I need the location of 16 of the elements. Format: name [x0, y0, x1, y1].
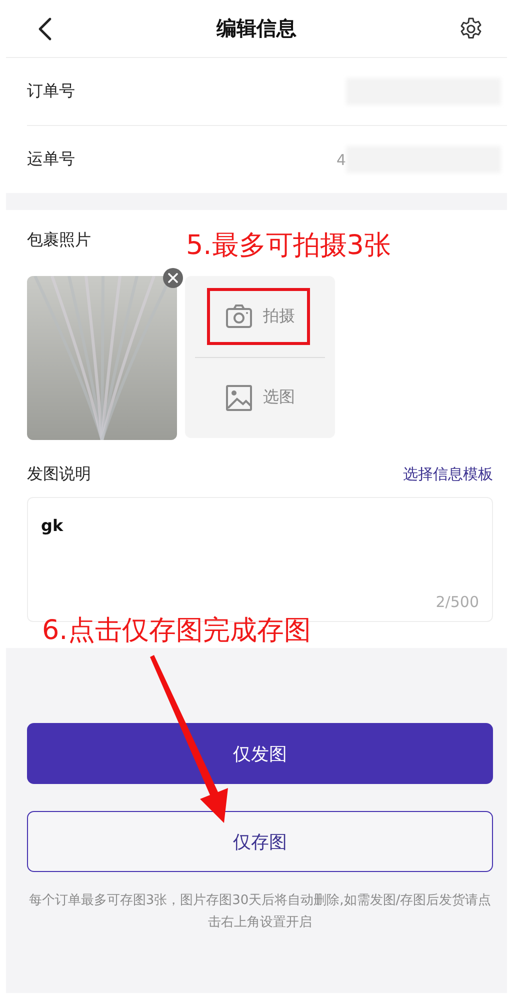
settings-icon[interactable] [459, 16, 483, 40]
hint-text: 每个订单最多可存图3张，图片存图30天后将自动删除,如需发图/存图后发货请点击右上角设置开启 [28, 892, 492, 932]
section-label: 包裹照片 [27, 230, 91, 249]
character-counter: 2/500 [436, 593, 479, 611]
camera-icon [225, 303, 253, 330]
template-link[interactable]: 选择信息模板 [403, 465, 493, 484]
send-button[interactable]: 仅发图 [27, 723, 493, 784]
field-label: 订单号 [27, 81, 75, 102]
page-title: 编辑信息 [216, 15, 296, 42]
field-label: 运单号 [27, 149, 75, 170]
section-label: 发图说明 [27, 464, 91, 485]
image-icon [225, 384, 253, 412]
close-icon[interactable] [163, 268, 183, 288]
save-button[interactable]: 仅存图 [27, 811, 493, 872]
field-value: 4 [336, 150, 346, 168]
annotation-text: 5.最多可拍摄3张 [186, 229, 391, 263]
